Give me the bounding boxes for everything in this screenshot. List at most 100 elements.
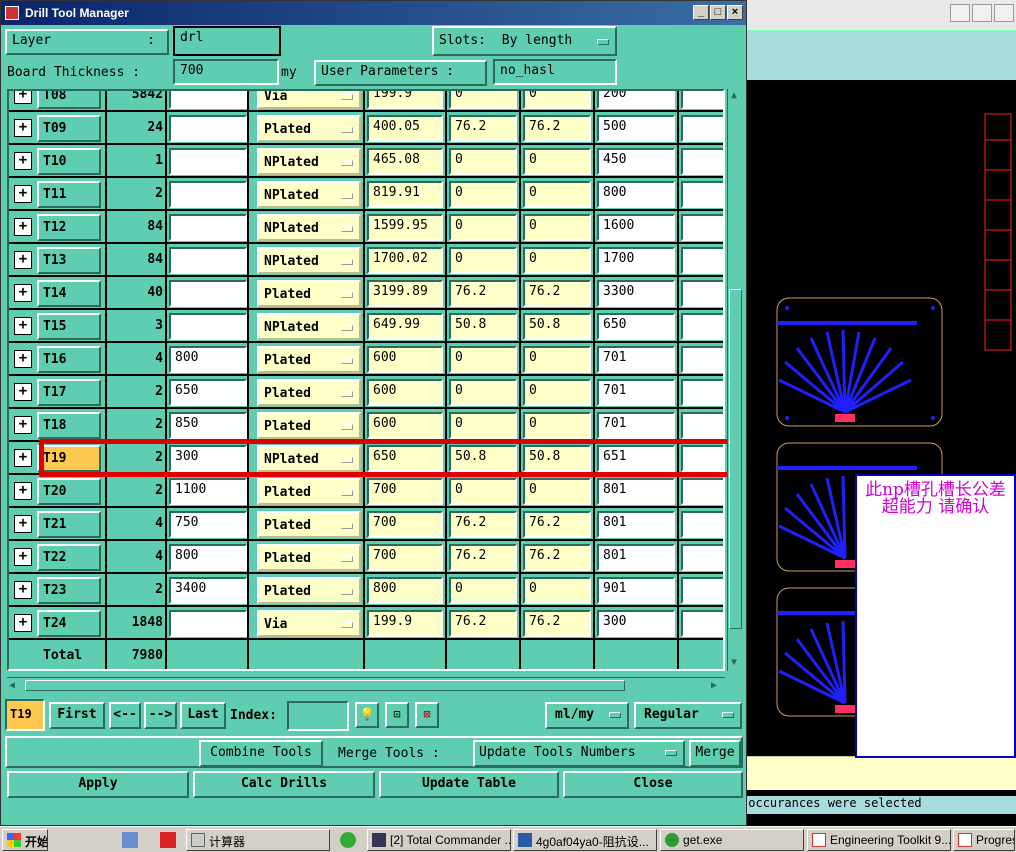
prev-button[interactable]: <--: [109, 702, 141, 729]
minus-tolerance-field[interactable]: 76.2: [523, 280, 591, 307]
hole-type-selector[interactable]: Via: [257, 91, 361, 109]
board-thickness-field[interactable]: 700: [173, 59, 279, 85]
tool-name[interactable]: T10: [37, 148, 101, 175]
tool-name[interactable]: T09: [37, 115, 101, 142]
drill-size-field[interactable]: 649.99: [367, 313, 443, 340]
drill-size-field[interactable]: 1599.95: [367, 214, 443, 241]
extra-input[interactable]: [681, 379, 723, 406]
tool-name[interactable]: T14: [37, 280, 101, 307]
tool-name[interactable]: T22: [37, 544, 101, 571]
update-tools-numbers-selector[interactable]: Update Tools Numbers: [473, 740, 685, 767]
hole-type-selector[interactable]: Plated: [257, 577, 361, 604]
maximize-icon[interactable]: □: [710, 5, 726, 20]
extra-input[interactable]: [681, 115, 723, 142]
expand-icon[interactable]: +: [14, 152, 32, 170]
expand-icon[interactable]: +: [14, 383, 32, 401]
extra-input[interactable]: [681, 511, 723, 538]
vertical-scrollbar[interactable]: ▲ ▼: [727, 89, 743, 671]
task-get-exe[interactable]: get.exe: [660, 829, 804, 851]
tool-name[interactable]: T16: [37, 346, 101, 373]
first-button[interactable]: First: [49, 702, 105, 729]
tool-name[interactable]: T24: [37, 610, 101, 637]
tool-size-input[interactable]: 650: [597, 313, 675, 340]
plus-tolerance-field[interactable]: 0: [449, 577, 517, 604]
tool-name[interactable]: T17: [37, 379, 101, 406]
close-icon[interactable]: ×: [727, 5, 743, 20]
finish-size-input[interactable]: 850: [169, 412, 247, 439]
tool-size-input[interactable]: 800: [597, 181, 675, 208]
drill-size-field[interactable]: 700: [367, 478, 443, 505]
drill-size-field[interactable]: 819.91: [367, 181, 443, 208]
hole-type-selector[interactable]: Plated: [257, 346, 361, 373]
combine-tools-button[interactable]: Combine Tools: [199, 740, 323, 767]
expand-icon[interactable]: +: [14, 350, 32, 368]
close-button[interactable]: Close: [563, 771, 743, 798]
minus-tolerance-field[interactable]: 76.2: [523, 610, 591, 637]
tool-size-input[interactable]: 200: [597, 91, 675, 109]
horizontal-scrollbar[interactable]: ◀ ▶: [7, 677, 725, 693]
drill-size-field[interactable]: 600: [367, 346, 443, 373]
expand-icon[interactable]: +: [14, 119, 32, 137]
plus-tolerance-field[interactable]: 0: [449, 214, 517, 241]
plus-tolerance-field[interactable]: 76.2: [449, 610, 517, 637]
hole-type-selector[interactable]: NPlated: [257, 247, 361, 274]
layer-field[interactable]: drl: [173, 26, 281, 56]
drill-size-field[interactable]: 199.9: [367, 610, 443, 637]
hole-type-selector[interactable]: NPlated: [257, 181, 361, 208]
finish-size-input[interactable]: 800: [169, 346, 247, 373]
expand-icon[interactable]: +: [14, 449, 32, 467]
delete-icon[interactable]: ⊠: [415, 702, 439, 728]
hole-type-selector[interactable]: NPlated: [257, 214, 361, 241]
tool-size-input[interactable]: 300: [597, 610, 675, 637]
expand-icon[interactable]: +: [14, 218, 32, 236]
hole-type-selector[interactable]: NPlated: [257, 313, 361, 340]
apply-button[interactable]: Apply: [7, 771, 189, 798]
expand-icon[interactable]: +: [14, 482, 32, 500]
expand-icon[interactable]: +: [14, 284, 32, 302]
tool-size-input[interactable]: 500: [597, 115, 675, 142]
user-parameters-field[interactable]: no_hasl: [493, 59, 617, 85]
drill-size-field[interactable]: 800: [367, 577, 443, 604]
drill-size-field[interactable]: 600: [367, 412, 443, 439]
search-zoom-icon[interactable]: ⊡: [385, 702, 409, 728]
quicklaunch-desktop-icon[interactable]: [122, 832, 138, 848]
tool-name[interactable]: T08: [37, 91, 101, 109]
tool-name[interactable]: T23: [37, 577, 101, 604]
plus-tolerance-field[interactable]: 76.2: [449, 544, 517, 571]
finish-size-input[interactable]: [169, 181, 247, 208]
extra-input[interactable]: [681, 148, 723, 175]
minus-tolerance-field[interactable]: 0: [523, 346, 591, 373]
extra-input[interactable]: [681, 610, 723, 637]
horizontal-scroll-thumb[interactable]: [25, 680, 625, 691]
drill-size-field[interactable]: 400.05: [367, 115, 443, 142]
finish-size-input[interactable]: [169, 214, 247, 241]
tool-size-input[interactable]: 701: [597, 379, 675, 406]
tool-name[interactable]: T15: [37, 313, 101, 340]
extra-input[interactable]: [681, 412, 723, 439]
drill-size-field[interactable]: 700: [367, 544, 443, 571]
task-word-document[interactable]: 4g0af04ya0-阻抗设...: [513, 829, 657, 851]
tool-size-input[interactable]: 901: [597, 577, 675, 604]
extra-input[interactable]: [681, 544, 723, 571]
plus-tolerance-field[interactable]: 0: [449, 478, 517, 505]
expand-icon[interactable]: +: [14, 185, 32, 203]
finish-size-input[interactable]: [169, 313, 247, 340]
tool-size-input[interactable]: 801: [597, 544, 675, 571]
scroll-left-icon[interactable]: ◀: [9, 680, 15, 691]
task-engineering-toolkit[interactable]: Engineering Toolkit 9....: [807, 829, 951, 851]
expand-icon[interactable]: +: [14, 515, 32, 533]
scroll-right-icon[interactable]: ▶: [711, 680, 717, 691]
minimize-icon[interactable]: _: [693, 5, 709, 20]
plus-tolerance-field[interactable]: 0: [449, 412, 517, 439]
plus-tolerance-field[interactable]: 76.2: [449, 280, 517, 307]
minus-tolerance-field[interactable]: 76.2: [523, 511, 591, 538]
plus-tolerance-field[interactable]: 0: [449, 379, 517, 406]
finish-size-input[interactable]: [169, 610, 247, 637]
index-input[interactable]: [287, 701, 349, 731]
tool-name[interactable]: T18: [37, 412, 101, 439]
next-button[interactable]: -->: [144, 702, 177, 729]
merge-button[interactable]: Merge: [689, 740, 741, 767]
drill-size-field[interactable]: 1700.02: [367, 247, 443, 274]
hole-type-selector[interactable]: Plated: [257, 115, 361, 142]
hole-type-selector[interactable]: Plated: [257, 412, 361, 439]
